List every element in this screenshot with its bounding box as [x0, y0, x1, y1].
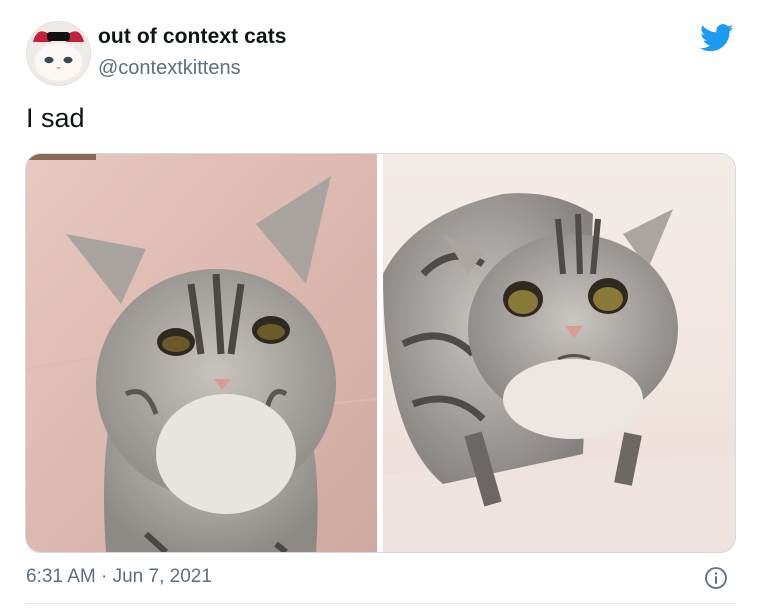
- profile-avatar[interactable]: [26, 21, 91, 86]
- avatar-cat-image: [27, 22, 90, 85]
- sad-cat-image-1: [26, 154, 377, 552]
- tweet-media[interactable]: [25, 153, 736, 553]
- sad-cat-image-2: [383, 154, 735, 552]
- info-icon[interactable]: [704, 566, 728, 590]
- divider: [26, 603, 736, 604]
- tweet-text: I sad: [26, 103, 85, 133]
- cat-photo-right[interactable]: [383, 154, 735, 552]
- user-handle[interactable]: @contextkittens: [98, 57, 241, 80]
- cat-photo-left[interactable]: [26, 154, 377, 552]
- display-name[interactable]: out of context cats: [98, 25, 287, 49]
- twitter-bird-icon[interactable]: [700, 24, 734, 52]
- tweet-timestamp[interactable]: 6:31 AM · Jun 7, 2021: [26, 566, 212, 588]
